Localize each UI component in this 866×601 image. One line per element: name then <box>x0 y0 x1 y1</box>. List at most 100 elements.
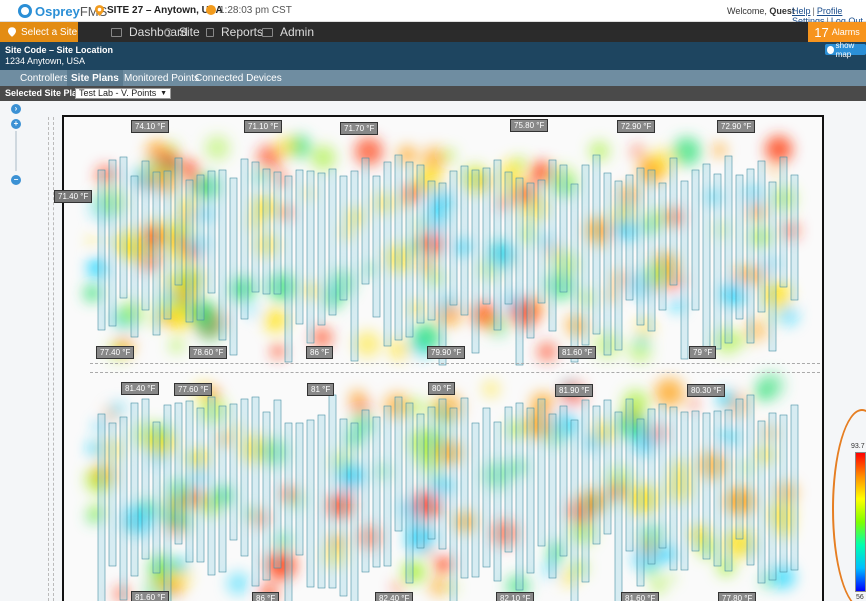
heat-spot <box>271 344 285 359</box>
rack-column <box>449 407 458 601</box>
zoom-in-button[interactable]: + <box>11 119 21 129</box>
temp-reading[interactable]: 80 °F <box>428 382 456 395</box>
heat-spot <box>412 490 441 520</box>
rack-column <box>680 411 689 571</box>
heat-spot <box>422 546 434 557</box>
rack-column <box>537 179 546 304</box>
rack-column <box>757 160 766 313</box>
rack-column <box>713 173 722 350</box>
zoom-slider[interactable] <box>15 131 17 171</box>
heat-spot <box>510 298 540 328</box>
rack-column <box>218 169 227 341</box>
rack-column <box>295 422 304 556</box>
rack-column <box>306 419 315 588</box>
temp-reading[interactable]: 77.60 °F <box>174 383 213 396</box>
rack-column <box>405 402 414 584</box>
rack-column <box>779 156 788 288</box>
temp-reading[interactable]: 81.90 °F <box>555 384 594 397</box>
logo[interactable]: Osprey FMS <box>18 3 107 19</box>
site-plan-select[interactable]: Test Lab - V. Points ▼ <box>75 88 171 99</box>
temp-reading[interactable]: 74.10 °F <box>131 120 170 133</box>
rack-column <box>416 164 425 324</box>
rack-column <box>427 180 436 321</box>
tab-connected-devices[interactable]: Connected Devices <box>191 70 286 86</box>
rack-column <box>592 405 601 545</box>
temp-reading[interactable]: 77.40 °F <box>96 346 135 359</box>
select-site-button[interactable]: Select a Site <box>0 22 78 42</box>
temp-reading[interactable]: 80.30 °F <box>687 384 726 397</box>
rack-column <box>372 416 381 568</box>
temp-reading[interactable]: 81.40 °F <box>121 382 160 395</box>
heat-spot <box>769 165 780 177</box>
legend-max-value: 93.7 <box>851 443 865 450</box>
temp-reading[interactable]: 75.80 °F <box>510 119 549 132</box>
tab-controllers[interactable]: Controllers <box>16 70 72 86</box>
temp-reading[interactable]: 86 °F <box>306 346 334 359</box>
temp-reading[interactable]: 81.60 °F <box>621 592 660 601</box>
main-nav: Select a Site Dashboard Site Reports Adm… <box>0 22 866 42</box>
temp-reading[interactable]: 79.90 °F <box>427 346 466 359</box>
rack-column <box>779 414 788 573</box>
rack-column <box>438 182 447 366</box>
rack-column <box>130 175 139 338</box>
rack-column <box>493 159 502 331</box>
rack-column <box>108 422 117 567</box>
pan-right-icon[interactable]: › <box>11 104 21 114</box>
current-time: 1:28:03 pm CST <box>219 5 292 16</box>
site-tabs: Controllers Site Plans Monitored Points … <box>0 70 866 86</box>
temp-reading[interactable]: 72.90 °F <box>617 120 656 133</box>
temp-reading[interactable]: 72.90 °F <box>717 120 756 133</box>
nav-reports[interactable]: Reports <box>206 22 263 42</box>
site-header: Site Code – Site Location 1234 Anytown, … <box>0 41 866 70</box>
rack-column <box>713 410 722 567</box>
rack-column <box>130 402 139 577</box>
help-link[interactable]: Help <box>792 6 811 16</box>
rack-column <box>691 410 700 552</box>
rack-column <box>394 396 403 532</box>
rack-column <box>284 422 293 601</box>
site-icon <box>164 27 172 37</box>
heat-spot <box>246 304 260 318</box>
heat-spot <box>654 378 684 408</box>
rack-column <box>614 180 623 351</box>
rack-column <box>482 167 491 305</box>
rack-column <box>515 402 524 591</box>
temp-reading[interactable]: 71.10 °F <box>244 120 283 133</box>
site-plan-map[interactable]: › + − 74.10 °F 71.10 °F 71.70 °F 75.80 °… <box>0 101 866 601</box>
rack-column <box>383 161 392 347</box>
nav-site[interactable]: Site <box>164 22 200 42</box>
temp-reading[interactable]: 82.10 °F <box>496 592 535 601</box>
temp-reading[interactable]: 77.80 °F <box>718 592 757 601</box>
rack-column <box>185 400 194 563</box>
nav-admin[interactable]: Admin <box>262 22 314 42</box>
rack-column <box>537 398 546 547</box>
heat-spot <box>665 474 693 503</box>
rack-column <box>746 168 755 344</box>
zoom-out-button[interactable]: − <box>11 175 21 185</box>
rack-column <box>471 169 480 354</box>
rack-column <box>152 171 161 336</box>
location-pin-icon <box>8 27 16 37</box>
temp-reading[interactable]: 81.60 °F <box>558 346 597 359</box>
rack-column <box>680 180 689 360</box>
temp-reading[interactable]: 78.60 °F <box>189 346 228 359</box>
temp-reading[interactable]: 81.60 °F <box>131 591 170 601</box>
heat-spot <box>765 135 793 163</box>
rack-column <box>328 168 337 316</box>
temp-reading[interactable]: 81 °F <box>307 383 335 396</box>
rack-column <box>581 164 590 346</box>
show-map-button[interactable]: show map <box>825 41 866 59</box>
alarms-button[interactable]: 17 Alarms <box>808 22 866 42</box>
site-address: 1234 Anytown, USA <box>5 56 86 66</box>
temp-reading[interactable]: 86 °F <box>252 592 280 601</box>
temp-reading[interactable]: 82.40 °F <box>375 592 414 601</box>
tab-site-plans[interactable]: Site Plans <box>67 70 123 86</box>
admin-icon <box>262 27 273 37</box>
rack-column <box>339 418 348 597</box>
rack-column <box>625 174 634 301</box>
temp-reading[interactable]: 71.70 °F <box>340 122 379 135</box>
rack-column <box>691 169 700 311</box>
temp-reading[interactable]: 71.40 °F <box>54 190 93 203</box>
temp-reading[interactable]: 79 °F <box>689 346 717 359</box>
rack-column <box>152 421 161 574</box>
